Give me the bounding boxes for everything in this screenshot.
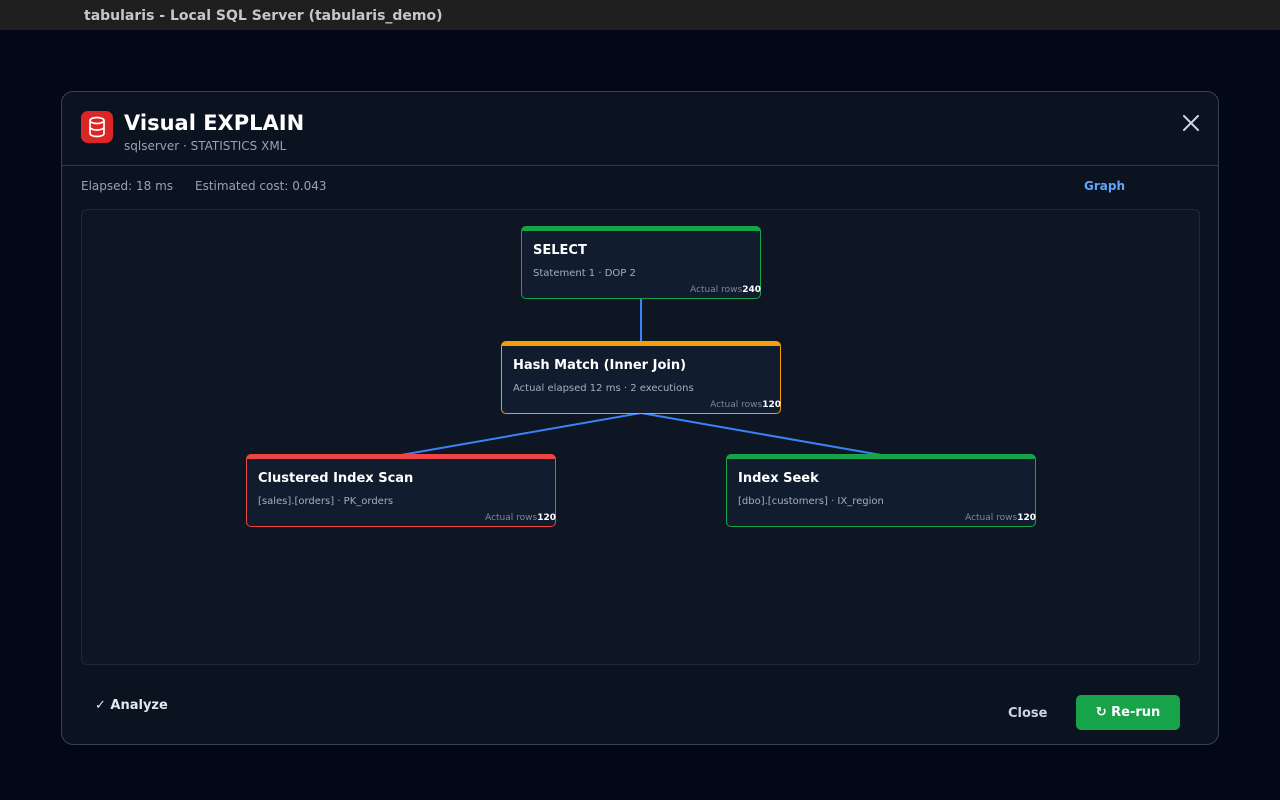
elapsed-stat: Elapsed: 18 ms bbox=[81, 179, 174, 193]
rerun-button[interactable]: ↻ Re-run bbox=[1076, 695, 1180, 730]
analyze-toggle[interactable]: ✓ Analyze bbox=[95, 698, 168, 713]
plan-node-hash-match[interactable]: Hash Match (Inner Join) Actual elapsed 1… bbox=[501, 341, 781, 414]
estimated-cost-stat: Estimated cost: 0.043 bbox=[195, 179, 327, 193]
plan-node-select[interactable]: SELECT Statement 1 · DOP 2 Actual rows24… bbox=[521, 226, 761, 299]
node-rows-label: Actual rows bbox=[710, 400, 763, 410]
edge-hash-scan bbox=[400, 412, 642, 456]
node-title: SELECT bbox=[533, 243, 587, 258]
plan-graph-canvas: SELECT Statement 1 · DOP 2 Actual rows24… bbox=[81, 209, 1200, 665]
dialog-header: Visual EXPLAIN sqlserver · STATISTICS XM… bbox=[62, 92, 1218, 166]
window-title: tabularis - Local SQL Server (tabularis_… bbox=[84, 8, 443, 24]
node-rows-value: 240 bbox=[742, 285, 761, 295]
close-button[interactable]: Close bbox=[1008, 706, 1047, 721]
node-rows: Actual rows120 bbox=[485, 513, 556, 523]
node-detail: [sales].[orders] · PK_orders bbox=[258, 496, 394, 507]
node-detail: [dbo].[customers] · IX_region bbox=[738, 496, 884, 507]
visual-explain-dialog: Visual EXPLAIN sqlserver · STATISTICS XM… bbox=[61, 91, 1219, 745]
database-icon bbox=[81, 111, 113, 143]
node-rows-value: 120 bbox=[537, 513, 556, 523]
window-titlebar: tabularis - Local SQL Server (tabularis_… bbox=[0, 0, 1280, 30]
node-rows-value: 120 bbox=[1017, 513, 1036, 523]
node-rows-value: 120 bbox=[762, 400, 781, 410]
node-detail: Actual elapsed 12 ms · 2 executions bbox=[513, 383, 694, 394]
node-title: Hash Match (Inner Join) bbox=[513, 358, 687, 373]
dialog-title: Visual EXPLAIN bbox=[124, 111, 305, 135]
node-rows-label: Actual rows bbox=[485, 513, 538, 523]
node-title: Clustered Index Scan bbox=[258, 471, 414, 486]
node-rows-label: Actual rows bbox=[965, 513, 1018, 523]
graph-view-tab[interactable]: Graph bbox=[1084, 179, 1125, 193]
node-detail: Statement 1 · DOP 2 bbox=[533, 268, 636, 279]
node-rows: Actual rows240 bbox=[690, 285, 761, 295]
node-rows-label: Actual rows bbox=[690, 285, 743, 295]
node-title: Index Seek bbox=[738, 471, 819, 486]
edge-hash-seek bbox=[640, 412, 882, 456]
dialog-subtitle: sqlserver · STATISTICS XML bbox=[124, 139, 287, 153]
close-icon[interactable] bbox=[1180, 112, 1202, 134]
node-rows: Actual rows120 bbox=[710, 400, 781, 410]
plan-node-clustered-index-scan[interactable]: Clustered Index Scan [sales].[orders] · … bbox=[246, 454, 556, 527]
plan-node-index-seek[interactable]: Index Seek [dbo].[customers] · IX_region… bbox=[726, 454, 1036, 527]
node-rows: Actual rows120 bbox=[965, 513, 1036, 523]
